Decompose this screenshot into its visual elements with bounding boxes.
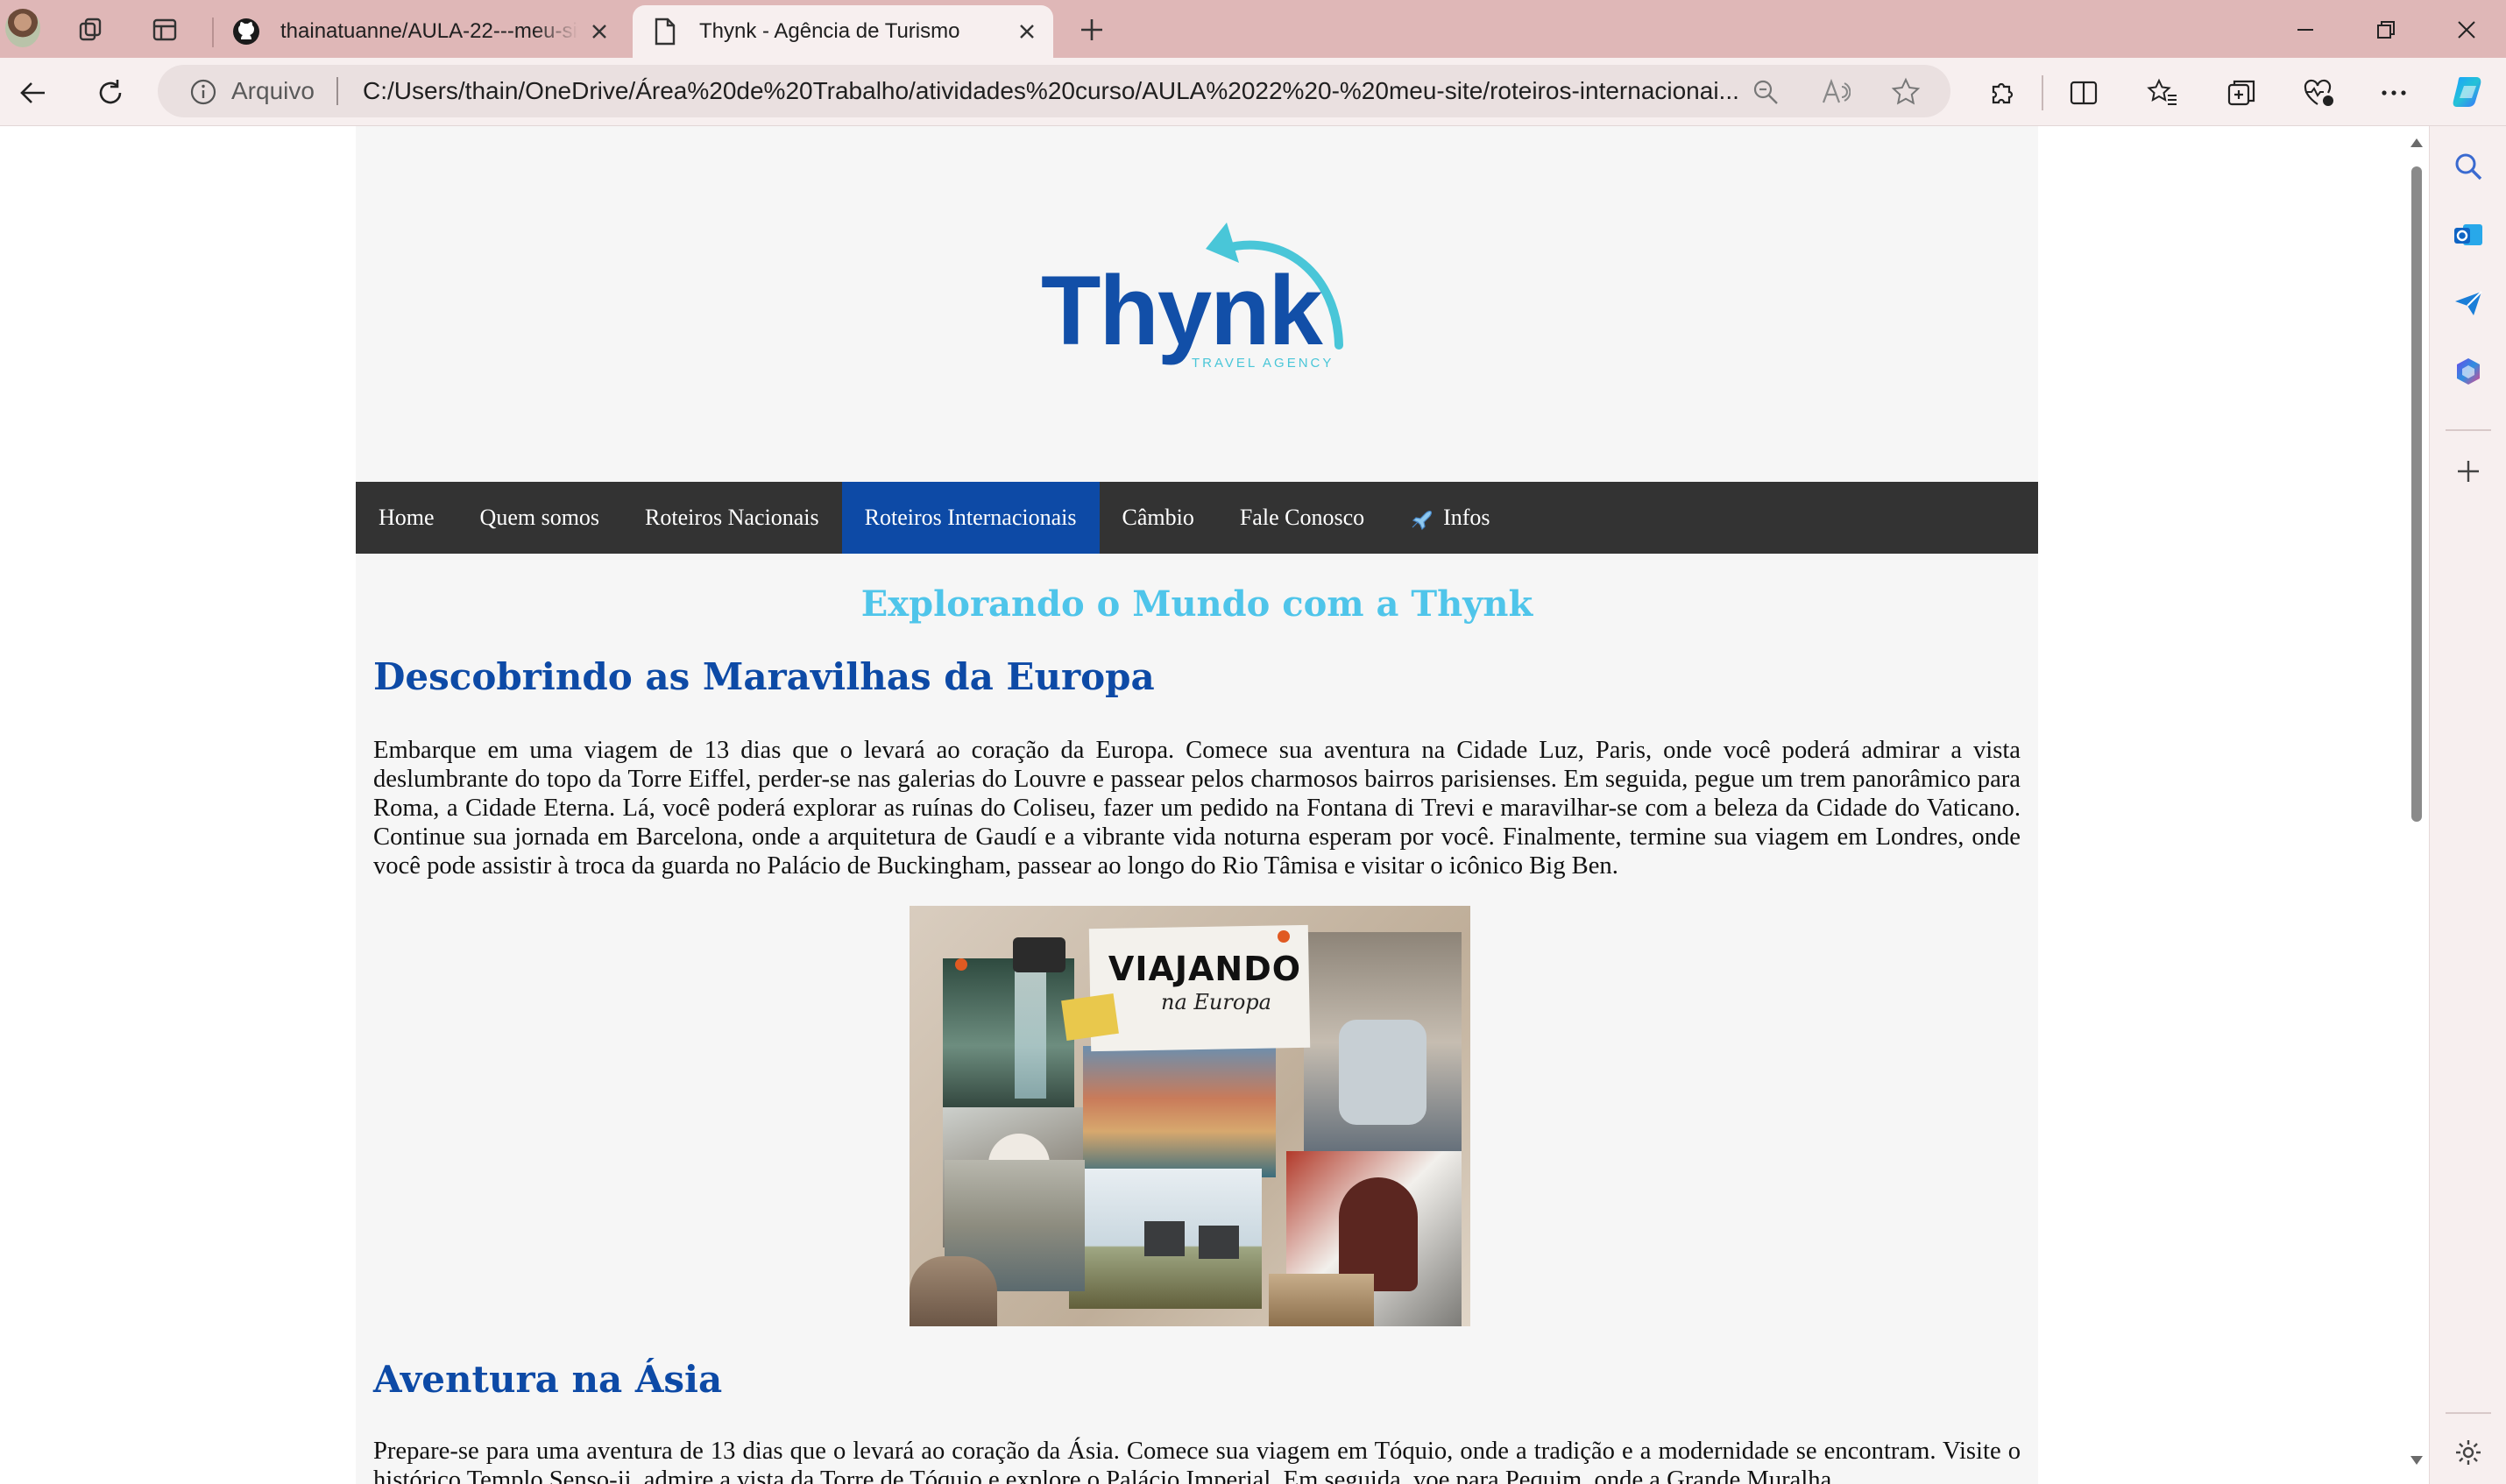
extensions-icon[interactable]	[1984, 75, 2019, 110]
edge-sidebar	[2429, 126, 2506, 1484]
m365-copilot-icon[interactable]	[2449, 352, 2488, 391]
vertical-tabs-icon[interactable]	[151, 16, 179, 44]
close-window-icon[interactable]	[2445, 12, 2488, 47]
workspaces-icon[interactable]	[77, 16, 105, 44]
page-icon	[650, 17, 680, 46]
sidebar-separator	[2446, 429, 2491, 431]
github-icon	[231, 17, 261, 46]
scroll-thumb[interactable]	[2411, 166, 2422, 822]
zoom-icon[interactable]	[1751, 77, 1780, 107]
favorite-star-icon[interactable]	[1891, 77, 1921, 107]
read-aloud-icon[interactable]	[1821, 77, 1851, 107]
security-label: Arquivo	[231, 77, 315, 104]
scroll-down-arrow-icon[interactable]	[2410, 1454, 2424, 1466]
tab-title: thainatuanne/AULA-22---meu-site	[280, 19, 578, 43]
site-header: Thynk TRAVEL AGENCY	[356, 126, 2038, 482]
refresh-icon[interactable]	[93, 75, 128, 110]
favorites-icon[interactable]	[2145, 75, 2180, 110]
section-title-europa: Descobrindo as Maravilhas da Europa	[373, 655, 1155, 698]
web-viewport: Thynk TRAVEL AGENCY Home Quem somos Rote…	[0, 126, 2429, 1484]
menu-label: Roteiros Internacionais	[864, 505, 1077, 530]
sidebar-separator	[2446, 1412, 2491, 1414]
address-separator	[336, 77, 338, 105]
address-bar[interactable]: Arquivo C:/Users/thain/OneDrive/Área%20d…	[158, 65, 1950, 117]
outlook-icon[interactable]	[2449, 216, 2488, 254]
page-container: Thynk TRAVEL AGENCY Home Quem somos Rote…	[356, 126, 2038, 1484]
menu-label: Quem somos	[479, 505, 600, 530]
tab-title: Thynk - Agência de Turismo	[699, 19, 960, 43]
tab-github[interactable]: thainatuanne/AULA-22---meu-site	[214, 5, 626, 58]
search-icon[interactable]	[2449, 147, 2488, 186]
browser-toolbar: Arquivo C:/Users/thain/OneDrive/Área%20d…	[0, 58, 2506, 126]
collage-subtitle: na Europa	[1161, 990, 1271, 1014]
add-sidebar-app-plus-icon[interactable]	[2449, 452, 2488, 491]
sidebar-settings-gear-icon[interactable]	[2449, 1433, 2488, 1472]
menu-label: Home	[379, 505, 435, 530]
menu-item-roteiros-internacionais[interactable]: Roteiros Internacionais	[841, 482, 1100, 554]
section-title-asia: Aventura na Ásia	[373, 1358, 723, 1401]
tab-thynk[interactable]: Thynk - Agência de Turismo	[633, 5, 1053, 58]
url-text[interactable]: C:/Users/thain/OneDrive/Área%20de%20Trab…	[363, 77, 1887, 105]
menu-label: Fale Conosco	[1239, 505, 1365, 530]
menu-item-quem-somos[interactable]: Quem somos	[457, 482, 623, 554]
back-arrow-icon[interactable]	[16, 75, 51, 110]
close-tab-icon[interactable]	[1013, 18, 1041, 46]
menu-item-infos[interactable]: Infos	[1387, 482, 1512, 554]
page-scrollbar[interactable]	[2404, 126, 2429, 1484]
more-options-icon[interactable]	[2376, 75, 2411, 110]
section-text-asia: Prepare-se para uma aventura de 13 dias …	[373, 1438, 2021, 1484]
scroll-up-arrow-icon[interactable]	[2410, 137, 2424, 149]
menu-item-home[interactable]: Home	[356, 482, 457, 554]
logo-wordmark[interactable]: Thynk	[1041, 254, 1323, 367]
profile-avatar[interactable]	[5, 9, 40, 47]
menu-label: Infos	[1443, 505, 1490, 530]
info-icon[interactable]	[189, 78, 217, 106]
menu-item-roteiros-nacionais[interactable]: Roteiros Nacionais	[622, 482, 842, 554]
collections-icon[interactable]	[2224, 75, 2259, 110]
restore-icon[interactable]	[2364, 12, 2408, 47]
menu-label: Câmbio	[1122, 505, 1194, 530]
performance-heart-icon[interactable]	[2301, 75, 2336, 110]
airplane-icon	[1412, 511, 1433, 530]
minimize-icon[interactable]	[2283, 12, 2327, 47]
menu-item-fale-conosco[interactable]: Fale Conosco	[1217, 482, 1387, 554]
send-drop-icon[interactable]	[2449, 284, 2488, 322]
collage-title: VIAJANDO	[1108, 950, 1302, 988]
main-menu: Home Quem somos Roteiros Nacionais Rotei…	[356, 482, 2038, 554]
tab-strip: thainatuanne/AULA-22---meu-site Thynk - …	[0, 0, 2506, 58]
copilot-icon[interactable]	[2450, 72, 2490, 112]
split-screen-icon[interactable]	[2066, 75, 2101, 110]
logo-tagline: TRAVEL AGENCY	[1192, 356, 1334, 371]
new-tab-plus-icon[interactable]	[1074, 14, 1109, 46]
close-tab-icon[interactable]	[585, 18, 613, 46]
menu-label: Roteiros Nacionais	[645, 505, 819, 530]
section-text-europa: Embarque em uma viagem de 13 dias que o …	[373, 737, 2021, 880]
toolbar-separator	[2042, 75, 2043, 110]
europe-collage-image: VIAJANDO na Europa	[910, 906, 1470, 1326]
menu-item-cambio[interactable]: Câmbio	[1100, 482, 1217, 554]
page-headline: Explorando o Mundo com a Thynk	[860, 583, 1533, 625]
